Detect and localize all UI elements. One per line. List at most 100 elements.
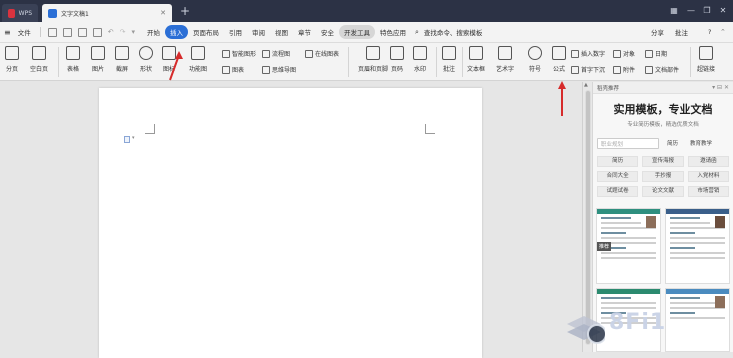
keyword-link[interactable]: 简历 <box>663 137 682 149</box>
picture-icon <box>91 46 105 60</box>
watermark-icon <box>413 46 427 60</box>
maximize-icon[interactable]: ❐ <box>702 6 712 16</box>
undo-icon[interactable]: ↶ <box>108 28 114 36</box>
word-art-button[interactable]: 艺术字 <box>496 46 514 73</box>
hamburger-icon[interactable]: ≡ <box>4 28 11 37</box>
header-footer-icon <box>366 46 380 60</box>
panel-options-icon[interactable]: ▾ ⊟ ✕ <box>712 84 729 91</box>
paragraph-icon[interactable] <box>124 136 130 143</box>
tab-wps-label: WPS <box>18 9 32 17</box>
tab-document[interactable]: 文字文稿1 ✕ <box>42 4 172 22</box>
page-break-icon <box>5 46 19 60</box>
shape-button[interactable]: 形状 <box>139 46 153 73</box>
word-art-icon <box>498 46 512 60</box>
screenshot-button[interactable]: 截屏 <box>115 46 129 73</box>
online-chart-button[interactable]: 在线图表 <box>305 49 339 58</box>
panel-header: 稻壳推荐 ▾ ⊟ ✕ <box>593 82 733 94</box>
smart-graphic-icon <box>222 49 230 58</box>
keyword-link[interactable]: 教育教学 <box>686 137 716 149</box>
document-page[interactable]: ▾ <box>99 88 482 358</box>
print-icon[interactable] <box>62 27 72 37</box>
picture-button[interactable]: 图片 <box>91 46 105 73</box>
margin-marker <box>145 124 155 134</box>
chart-button[interactable]: 图表 <box>222 65 244 74</box>
menu-insert[interactable]: 插入 <box>164 25 188 39</box>
header-footer-button[interactable]: 页眉和页脚 <box>358 46 388 73</box>
mind-map-button[interactable]: 思维导图 <box>262 65 296 74</box>
panel-header-label: 稻壳推荐 <box>597 85 620 92</box>
tab-document-label: 文字文稿1 <box>61 10 89 18</box>
table-icon <box>66 46 80 60</box>
tag-item[interactable]: 简历 <box>597 156 639 167</box>
menu-special-apps[interactable]: 特色应用 <box>375 25 411 39</box>
formula-icon <box>552 46 566 60</box>
template-thumbnail[interactable] <box>665 208 730 284</box>
scrollbar-thumb[interactable] <box>585 90 591 345</box>
menu-file[interactable]: 文件 <box>13 25 36 39</box>
online-chart-icon <box>305 49 313 58</box>
object-button[interactable]: 对象 <box>613 49 635 58</box>
comment-ribbon-button[interactable]: 批注 <box>442 46 456 73</box>
text-box-button[interactable]: 文本框 <box>467 46 485 73</box>
more-icon[interactable]: ▾ <box>131 28 135 36</box>
date-icon <box>645 49 653 58</box>
menu-start[interactable]: 开始 <box>142 25 165 39</box>
document-icon <box>48 8 57 18</box>
tag-item[interactable]: 试题试卷 <box>597 186 639 197</box>
watermark-button[interactable]: 水印 <box>413 46 427 73</box>
menu-view[interactable]: 视图 <box>270 25 293 39</box>
comment-button[interactable]: 批注 <box>670 25 693 39</box>
menu-developer-tools[interactable]: 开发工具 <box>338 25 375 39</box>
share-button[interactable]: 分享 <box>646 25 669 39</box>
tab-wps[interactable]: WPS <box>2 4 38 22</box>
object-icon <box>613 49 621 58</box>
symbol-icon <box>528 46 542 60</box>
save-icon[interactable] <box>47 27 57 37</box>
divider <box>348 47 349 77</box>
template-search-input[interactable]: 职业规划 <box>597 137 659 149</box>
layout-icon[interactable]: ▦ <box>669 6 679 16</box>
smart-graphic-button[interactable]: 智能图形 <box>222 49 256 58</box>
symbol-button[interactable]: 符号 <box>528 46 542 73</box>
redo-icon[interactable]: ↷ <box>120 28 126 36</box>
menu-review[interactable]: 审阅 <box>247 25 270 39</box>
flowchart-button[interactable]: 流程图 <box>262 49 290 58</box>
tag-item[interactable]: 合同大全 <box>597 171 639 182</box>
panel-title: 实用模板，专业文档 <box>613 103 713 116</box>
help-button[interactable]: ? <box>703 26 716 38</box>
drop-cap-button[interactable]: 首字下沉 <box>571 65 605 74</box>
collapse-ribbon-icon[interactable]: ⌃ <box>720 28 726 36</box>
export-icon[interactable] <box>77 27 87 37</box>
tag-item[interactable]: 论文文献 <box>642 186 684 197</box>
scroll-up-icon[interactable]: ▲ <box>584 82 588 88</box>
menu-security[interactable]: 安全 <box>316 25 339 39</box>
tag-item[interactable]: 宣传海报 <box>642 156 684 167</box>
attachment-button[interactable]: 附件 <box>613 65 635 74</box>
menu-page-layout[interactable]: 页面布局 <box>188 25 224 39</box>
document-parts-button[interactable]: 文档部件 <box>645 65 679 74</box>
formula-button[interactable]: 公式 <box>552 46 566 73</box>
blank-page-button[interactable]: 空白页 <box>30 46 48 73</box>
insert-number-button[interactable]: 插入数字 <box>571 49 605 58</box>
icons-button[interactable]: 图标 <box>162 46 176 73</box>
tag-item[interactable]: 入党材料 <box>687 171 729 182</box>
menu-references[interactable]: 引用 <box>224 25 247 39</box>
mind-map-icon <box>262 65 270 74</box>
close-window-icon[interactable]: ✕ <box>718 6 728 16</box>
page-number-button[interactable]: 页码 <box>390 46 404 73</box>
tag-item[interactable]: 市场营销 <box>687 186 729 197</box>
table-button[interactable]: 表格 <box>66 46 80 73</box>
new-tab-button[interactable]: + <box>180 5 190 17</box>
hyperlink-button[interactable]: 超链接 <box>697 46 715 73</box>
menu-chapter[interactable]: 章节 <box>293 25 316 39</box>
flowchart-icon <box>262 49 270 58</box>
minimize-icon[interactable]: — <box>686 6 696 16</box>
tag-item[interactable]: 手抄报 <box>642 171 684 182</box>
close-tab-icon[interactable]: ✕ <box>160 9 166 17</box>
command-search[interactable]: 查找命令、搜索模板 <box>419 25 488 39</box>
tag-item[interactable]: 邀请函 <box>687 156 729 167</box>
function-chart-button[interactable]: 功能图 <box>189 46 207 73</box>
date-button[interactable]: 日期 <box>645 49 667 58</box>
preview-icon[interactable] <box>92 27 102 37</box>
page-break-button[interactable]: 分页 <box>5 46 19 73</box>
